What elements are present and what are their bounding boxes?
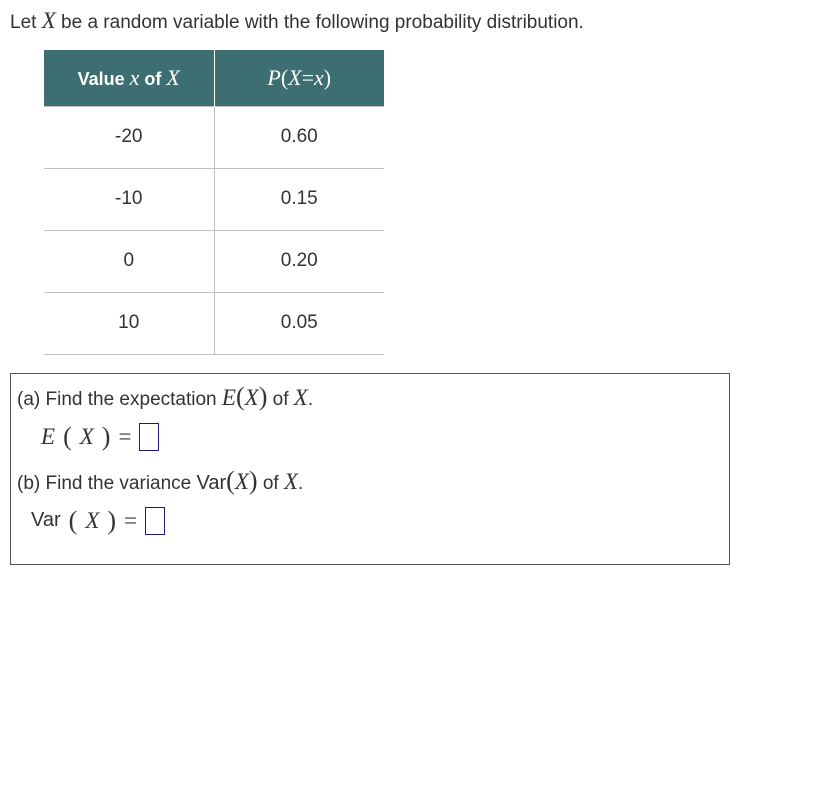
b-open: ( bbox=[226, 466, 235, 495]
cell-p: 0.15 bbox=[214, 168, 384, 230]
expectation-input[interactable] bbox=[139, 423, 159, 451]
a-dot: . bbox=[308, 389, 313, 410]
a-of: of bbox=[267, 389, 293, 410]
hdr-close: ) bbox=[324, 65, 331, 90]
hdr-of: of bbox=[139, 69, 166, 89]
b-eq-Var: Var bbox=[31, 509, 61, 532]
b-Var: Var bbox=[197, 472, 227, 494]
column-header-value: Value x of X bbox=[44, 50, 214, 106]
table-row: -10 0.15 bbox=[44, 168, 384, 230]
a-eq-sign: = bbox=[118, 424, 131, 450]
hdr-value-pre: Value bbox=[78, 69, 130, 89]
b-of-X: X bbox=[284, 469, 298, 494]
b-dot: . bbox=[298, 473, 303, 494]
b-close: ) bbox=[249, 466, 258, 495]
cell-p: 0.05 bbox=[214, 292, 384, 354]
cell-x: -10 bbox=[44, 168, 214, 230]
a-open: ( bbox=[236, 382, 245, 411]
intro-text-1: Let bbox=[10, 12, 42, 33]
b-eq-sign: = bbox=[124, 508, 137, 534]
b-eq-close: ) bbox=[107, 506, 116, 536]
cell-x: -20 bbox=[44, 106, 214, 168]
a-eq-close: ) bbox=[102, 422, 111, 452]
hdr-lower-x: x bbox=[130, 65, 140, 90]
b-eq-open: ( bbox=[69, 506, 78, 536]
a-eq-E: E bbox=[41, 424, 55, 450]
part-a-label: (a) Find the expectation bbox=[17, 389, 222, 410]
part-a-prompt: (a) Find the expectation E(X) of X. bbox=[17, 382, 723, 412]
hdr-upper-x: X bbox=[166, 65, 179, 90]
hdr-xvar: x bbox=[314, 65, 324, 90]
part-a-equation: E ( X) = bbox=[41, 422, 723, 452]
b-X: X bbox=[235, 469, 249, 494]
hdr-Xvar: X bbox=[288, 65, 301, 90]
b-of: of bbox=[258, 473, 284, 494]
a-E: E bbox=[222, 385, 236, 410]
hdr-eq: = bbox=[302, 65, 314, 90]
problem-intro: Let X be a random variable with the foll… bbox=[10, 8, 825, 34]
b-eq-X: X bbox=[85, 508, 99, 534]
a-eq-open: ( bbox=[63, 422, 72, 452]
intro-var-x: X bbox=[42, 8, 56, 33]
column-header-prob: P(X=x) bbox=[214, 50, 384, 106]
part-b-equation: Var ( X) = bbox=[31, 506, 723, 536]
part-b-label: (b) Find the variance bbox=[17, 473, 197, 494]
a-of-X: X bbox=[294, 385, 308, 410]
table-row: 0 0.20 bbox=[44, 230, 384, 292]
table-row: 10 0.05 bbox=[44, 292, 384, 354]
a-X: X bbox=[245, 385, 259, 410]
cell-x: 10 bbox=[44, 292, 214, 354]
intro-text-2: be a random variable with the following … bbox=[56, 12, 584, 33]
a-eq-X: X bbox=[80, 424, 94, 450]
cell-p: 0.60 bbox=[214, 106, 384, 168]
distribution-table: Value x of X P(X=x) -20 0.60 -10 0.15 0 … bbox=[44, 50, 384, 355]
part-b-prompt: (b) Find the variance Var(X) of X. bbox=[17, 466, 723, 496]
cell-p: 0.20 bbox=[214, 230, 384, 292]
hdr-P: P bbox=[267, 65, 280, 90]
variance-input[interactable] bbox=[145, 507, 165, 535]
question-box: (a) Find the expectation E(X) of X. E(X)… bbox=[10, 373, 730, 565]
table-row: -20 0.60 bbox=[44, 106, 384, 168]
cell-x: 0 bbox=[44, 230, 214, 292]
